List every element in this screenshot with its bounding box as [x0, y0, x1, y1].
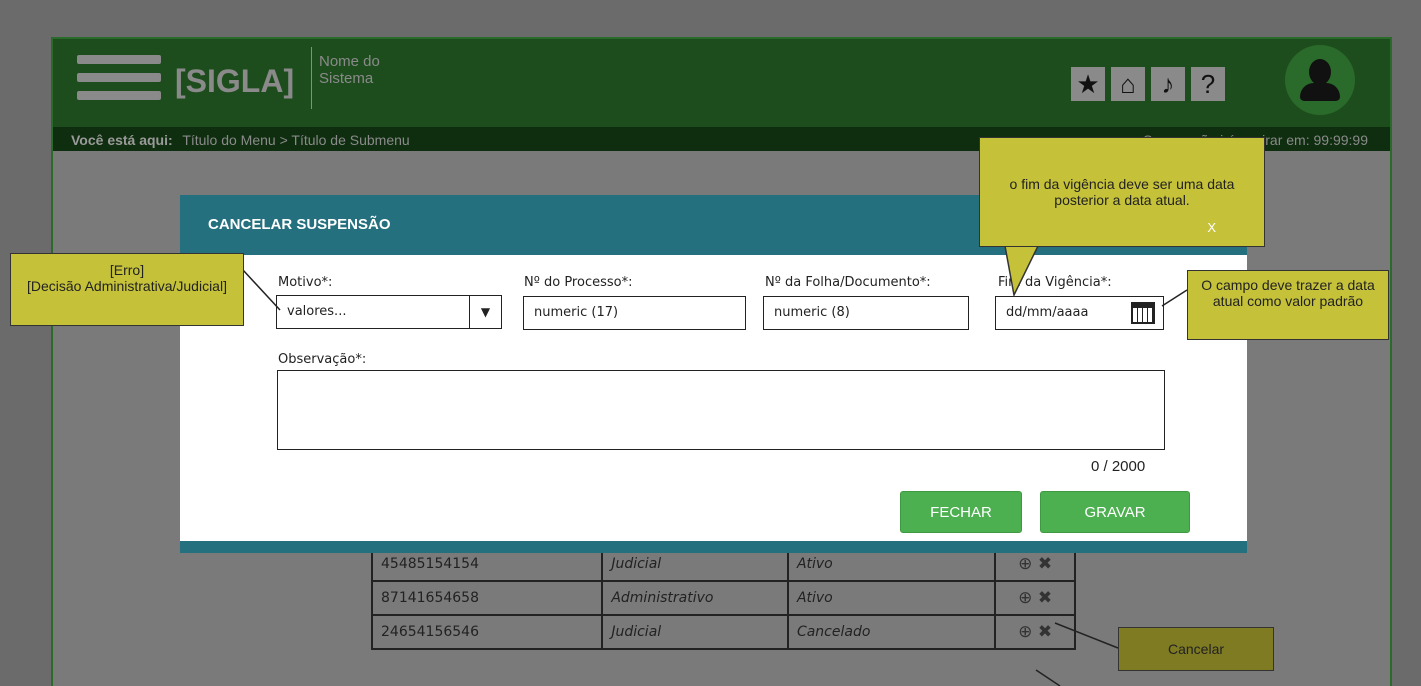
- vigencia-rule-text: o fim da vigência deve ser uma data post…: [1009, 176, 1235, 208]
- vigencia-default-text: O campo deve trazer a data atual como va…: [1201, 277, 1375, 309]
- vigencia-rule-note: o fim da vigência deve ser uma data post…: [979, 137, 1265, 247]
- cancelar-note-text: Cancelar: [1167, 641, 1225, 657]
- vigencia-default-note: O campo deve trazer a data atual como va…: [1187, 270, 1389, 340]
- motivo-note: [Erro] [Decisão Administrativa/Judicial]: [10, 253, 244, 326]
- close-icon[interactable]: X: [1207, 220, 1216, 236]
- annotation-lines: [242, 245, 1188, 686]
- cancelar-note: Cancelar: [1118, 627, 1274, 671]
- motivo-note-text: [Erro] [Decisão Administrativa/Judicial]: [27, 262, 227, 294]
